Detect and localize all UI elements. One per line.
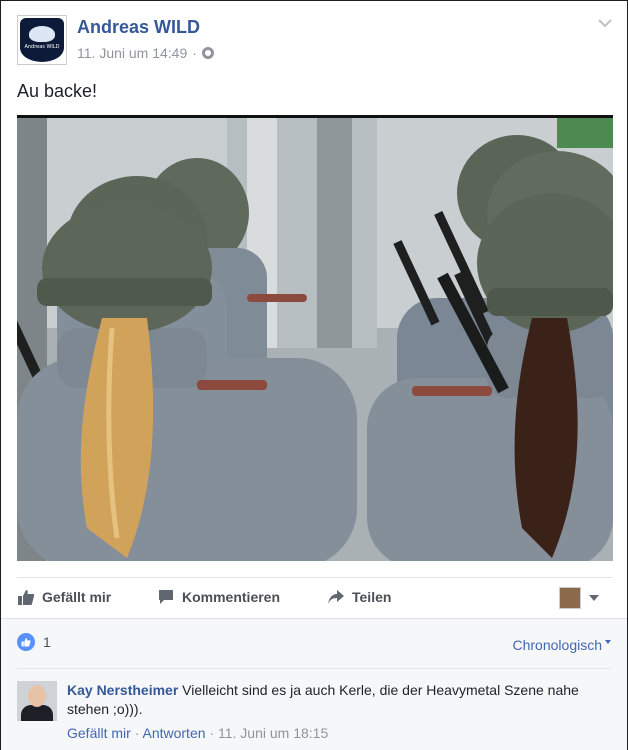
caret-down-icon [605, 640, 611, 644]
caret-down-icon [589, 595, 599, 601]
post-card: Andreas WILD Andreas WILD 11. Juni um 14… [0, 0, 628, 750]
share-button[interactable]: Teilen [327, 588, 391, 606]
comment-label: Kommentieren [182, 589, 281, 605]
user-avatar-small [559, 587, 581, 609]
action-bar: Gefällt mir Kommentieren Teilen [17, 577, 613, 617]
post-timestamp[interactable]: 11. Juni um 14:49 [77, 45, 187, 61]
page-avatar[interactable]: Andreas WILD [17, 15, 67, 65]
chevron-down-icon[interactable] [597, 15, 613, 31]
comment-reply-link[interactable]: Antworten [142, 725, 205, 741]
divider [17, 668, 611, 669]
reaction-count: 1 [43, 634, 51, 650]
post-meta: 11. Juni um 14:49 · [77, 45, 214, 61]
eagle-crest-icon: Andreas WILD [20, 18, 64, 62]
share-arrow-icon [328, 590, 344, 604]
post-as-selector[interactable] [559, 587, 599, 609]
comment-meta: Gefällt mir · Antworten · 11. Juni um 18… [67, 725, 328, 741]
comment-like-link[interactable]: Gefällt mir [67, 725, 131, 741]
meta-separator: · [192, 45, 197, 61]
globe-icon[interactable] [201, 47, 214, 59]
meta-separator: · [134, 725, 140, 741]
comment-icon [159, 590, 173, 604]
reaction-summary[interactable]: 1 [17, 633, 51, 651]
sort-label: Chronologisch [512, 637, 603, 653]
like-reaction-icon [17, 633, 35, 651]
comment-sort-dropdown[interactable]: Chronologisch [512, 637, 611, 653]
commenter-name[interactable]: Kay Nerstheimer [67, 682, 178, 698]
commenter-avatar[interactable] [17, 681, 57, 721]
meta-separator: · [209, 725, 215, 741]
comment-timestamp[interactable]: 11. Juni um 18:15 [218, 725, 328, 741]
like-button[interactable]: Gefällt mir [17, 588, 111, 606]
like-label: Gefällt mir [42, 589, 112, 605]
comment-body: Kay Nerstheimer Vielleicht sind es ja au… [67, 681, 607, 719]
post-text: Au backe! [17, 81, 98, 101]
comment-button[interactable]: Kommentieren [157, 588, 280, 606]
reactions-panel: 1 Chronologisch Kay Nerstheimer Vielleic… [1, 618, 627, 750]
thumbs-up-icon [18, 590, 35, 605]
share-label: Teilen [352, 589, 392, 605]
post-header: Andreas WILD Andreas WILD 11. Juni um 14… [17, 15, 613, 67]
post-photo[interactable] [17, 115, 613, 561]
post-author[interactable]: Andreas WILD [77, 17, 200, 38]
avatar-caption: Andreas WILD [24, 44, 60, 50]
